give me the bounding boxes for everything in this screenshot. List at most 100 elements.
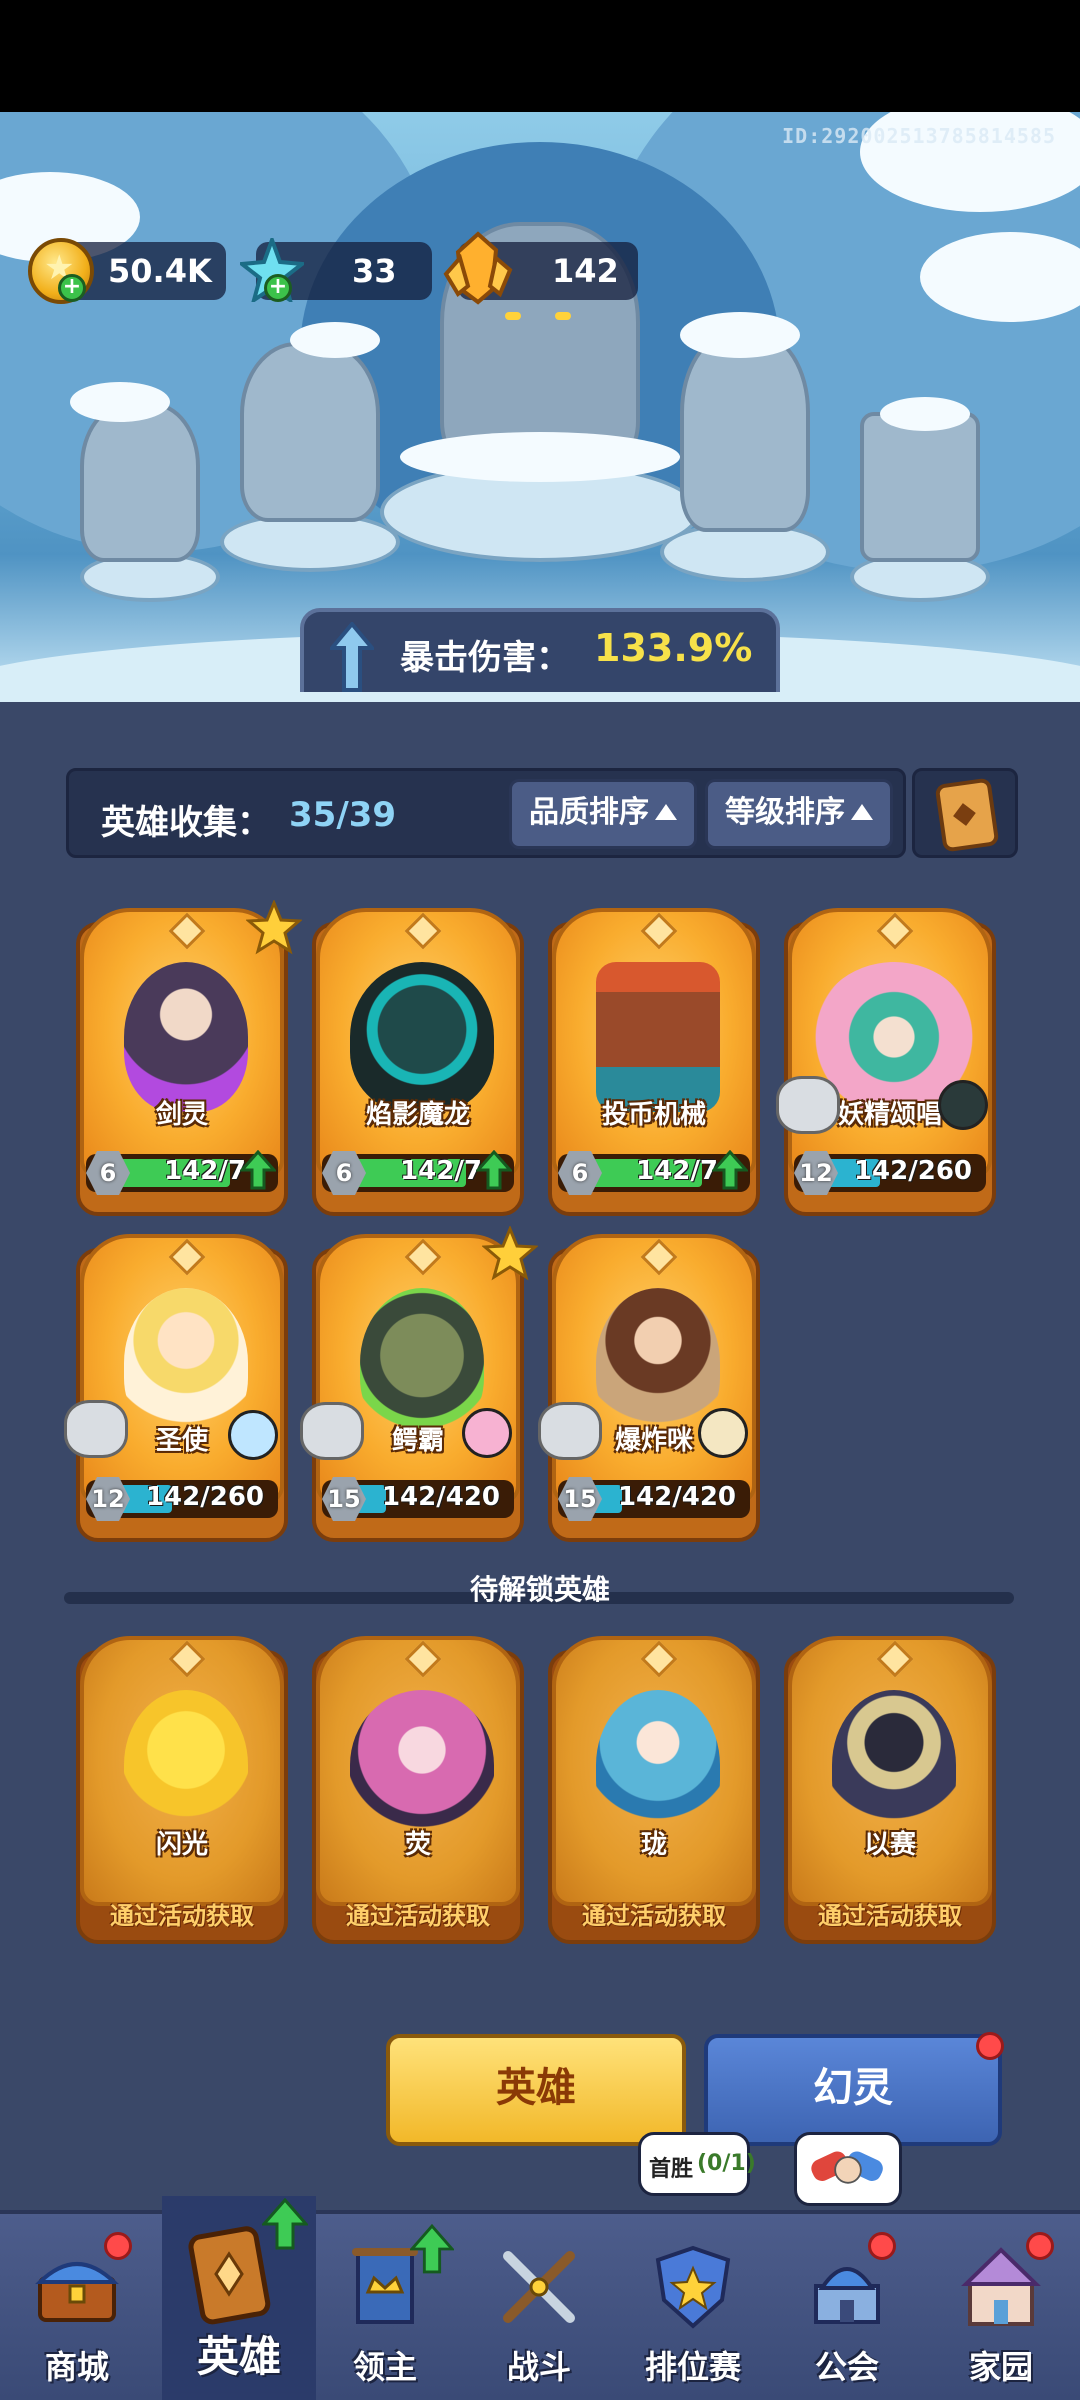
hero-card[interactable]: 鳄霸 15 142/420 bbox=[300, 1226, 538, 1542]
deck-button[interactable] bbox=[912, 768, 1018, 858]
add-gold-icon[interactable]: + bbox=[58, 274, 86, 302]
hero-name: 闪光 bbox=[155, 1830, 208, 1860]
hero-card[interactable]: 焰影魔龙 6 142/7 bbox=[312, 908, 524, 1216]
unlock-hint: 通过活动获取 bbox=[582, 1902, 726, 1930]
sort-by-level-button[interactable]: 等级排序 bbox=[705, 779, 893, 849]
guild-handshake-bubble[interactable] bbox=[794, 2132, 902, 2206]
upgrade-arrow-icon bbox=[476, 1150, 512, 1190]
card-progress: 142/420 bbox=[381, 1482, 501, 1512]
upgrade-arrow-icon bbox=[262, 2198, 308, 2250]
upgrade-arrow-icon bbox=[712, 1150, 748, 1190]
card-face bbox=[80, 1234, 284, 1504]
triangle-up-icon bbox=[655, 804, 677, 820]
card-face bbox=[80, 1636, 284, 1906]
card-face bbox=[788, 908, 992, 1178]
unlock-hint: 通过活动获取 bbox=[818, 1902, 962, 1930]
level-badge: 12 bbox=[86, 1477, 130, 1521]
crossed-swords-icon bbox=[503, 2251, 575, 2323]
hero-hall-scene: ID:292002513785814585 50.4K + 33 + 142 暴… bbox=[0, 112, 1080, 702]
notification-dot bbox=[868, 2232, 896, 2260]
card-gem-icon bbox=[404, 912, 442, 950]
tab-hero[interactable]: 英雄 bbox=[386, 2034, 686, 2146]
nav-guild[interactable]: 公会 bbox=[770, 2214, 924, 2400]
statue-snow bbox=[680, 312, 800, 358]
nav-lord[interactable]: 领主 bbox=[308, 2214, 462, 2400]
first-win-count: (0/1) bbox=[697, 2151, 756, 2176]
level-badge: 6 bbox=[86, 1151, 130, 1195]
locked-hero-card[interactable]: 以赛 通过活动获取 bbox=[784, 1636, 996, 1944]
level-bar: 15 142/420 bbox=[322, 1477, 514, 1521]
nav-battle[interactable]: 战斗 bbox=[462, 2214, 616, 2400]
blue-egg-pet-icon bbox=[228, 1410, 278, 1460]
hero-name: 以赛 bbox=[863, 1830, 916, 1860]
nav-home[interactable]: 家园 bbox=[924, 2214, 1078, 2400]
locked-hero-card[interactable]: 珑 通过活动获取 bbox=[548, 1636, 760, 1944]
nav-label: 战斗 bbox=[506, 2348, 571, 2386]
locked-hero-card[interactable]: 荧 通过活动获取 bbox=[312, 1636, 524, 1944]
pink-pet-icon bbox=[462, 1408, 512, 1458]
card-deck-icon bbox=[934, 777, 1000, 853]
upgrade-arrow-icon bbox=[240, 1150, 276, 1190]
card-progress: 142/260 bbox=[853, 1156, 973, 1186]
bottom-nav: 商城 英雄 领主 战斗 排位赛 公会 家园 bbox=[0, 2196, 1080, 2400]
nav-label: 英雄 bbox=[196, 2332, 281, 2381]
hero-card[interactable]: 圣使 12 142/260 bbox=[64, 1234, 288, 1542]
hero-portrait bbox=[596, 1288, 720, 1438]
crit-damage-label: 暴击伤害： bbox=[400, 638, 570, 678]
hero-portrait bbox=[350, 1690, 494, 1840]
hero-card[interactable]: 爆炸咪 15 142/420 bbox=[538, 1234, 760, 1542]
nav-shop[interactable]: 商城 bbox=[0, 2214, 154, 2400]
card-face bbox=[552, 1234, 756, 1504]
dragon-eye bbox=[555, 312, 571, 320]
card-gem-icon bbox=[876, 1640, 914, 1678]
card-gem-icon bbox=[404, 1640, 442, 1678]
status-bar bbox=[0, 0, 1080, 112]
hero-portrait bbox=[124, 962, 248, 1112]
masked-pet-icon bbox=[938, 1080, 988, 1130]
sort-quality-label: 品质排序 bbox=[529, 795, 649, 830]
card-face bbox=[316, 908, 520, 1178]
card-progress: 142/420 bbox=[617, 1482, 737, 1512]
sort-by-quality-button[interactable]: 品质排序 bbox=[509, 779, 697, 849]
hero-portrait bbox=[832, 1690, 956, 1840]
unlock-hint: 通过活动获取 bbox=[110, 1902, 254, 1930]
nav-label: 排位赛 bbox=[644, 2348, 741, 2386]
notification-dot bbox=[104, 2232, 132, 2260]
dragon-eye bbox=[505, 312, 521, 320]
hero-card[interactable]: 剑灵 6 142/7 bbox=[76, 900, 302, 1216]
card-gem-icon bbox=[640, 1640, 678, 1678]
card-progress: 142/260 bbox=[145, 1482, 265, 1512]
nav-label: 家园 bbox=[968, 2348, 1033, 2386]
gray-pet-icon bbox=[64, 1400, 128, 1458]
hero-portrait bbox=[124, 1288, 248, 1438]
hero-portrait bbox=[124, 1690, 248, 1840]
statue-snow bbox=[70, 382, 170, 422]
rank-shield-icon bbox=[655, 2245, 731, 2329]
level-badge: 15 bbox=[322, 1477, 366, 1521]
card-gem-icon bbox=[876, 912, 914, 950]
egg-pet-icon bbox=[698, 1408, 748, 1458]
hero-card[interactable]: 妖精颂唱 12 142/260 bbox=[776, 908, 996, 1216]
sort-level-label: 等级排序 bbox=[725, 795, 845, 830]
hero-card[interactable]: 投币机械 6 142/7 bbox=[548, 908, 760, 1216]
hero-name: 焰影魔龙 bbox=[365, 1100, 470, 1130]
hero-name: 投币机械 bbox=[601, 1100, 706, 1130]
locked-hero-card[interactable]: 闪光 通过活动获取 bbox=[76, 1636, 288, 1944]
card-face bbox=[788, 1636, 992, 1906]
collection-count: 35/39 bbox=[289, 795, 397, 835]
card-face bbox=[552, 1636, 756, 1906]
level-badge: 6 bbox=[558, 1151, 602, 1195]
tab-phantom[interactable]: 幻灵 bbox=[704, 2034, 1002, 2146]
nav-label: 领主 bbox=[352, 2348, 417, 2386]
card-face bbox=[552, 908, 756, 1178]
statue-mage bbox=[680, 332, 810, 532]
crit-damage-value: 133.9% bbox=[594, 626, 753, 670]
hero-portrait bbox=[350, 962, 494, 1112]
nav-heroes[interactable]: 英雄 bbox=[162, 2196, 316, 2400]
gray-pet-icon bbox=[776, 1076, 840, 1134]
crystal-value: 33 bbox=[352, 252, 397, 290]
add-crystal-icon[interactable]: + bbox=[264, 274, 292, 302]
nav-ranked[interactable]: 排位赛 bbox=[616, 2214, 770, 2400]
first-win-bubble[interactable]: 首胜 (0/1) bbox=[638, 2132, 756, 2196]
statue-griffin bbox=[240, 342, 380, 522]
